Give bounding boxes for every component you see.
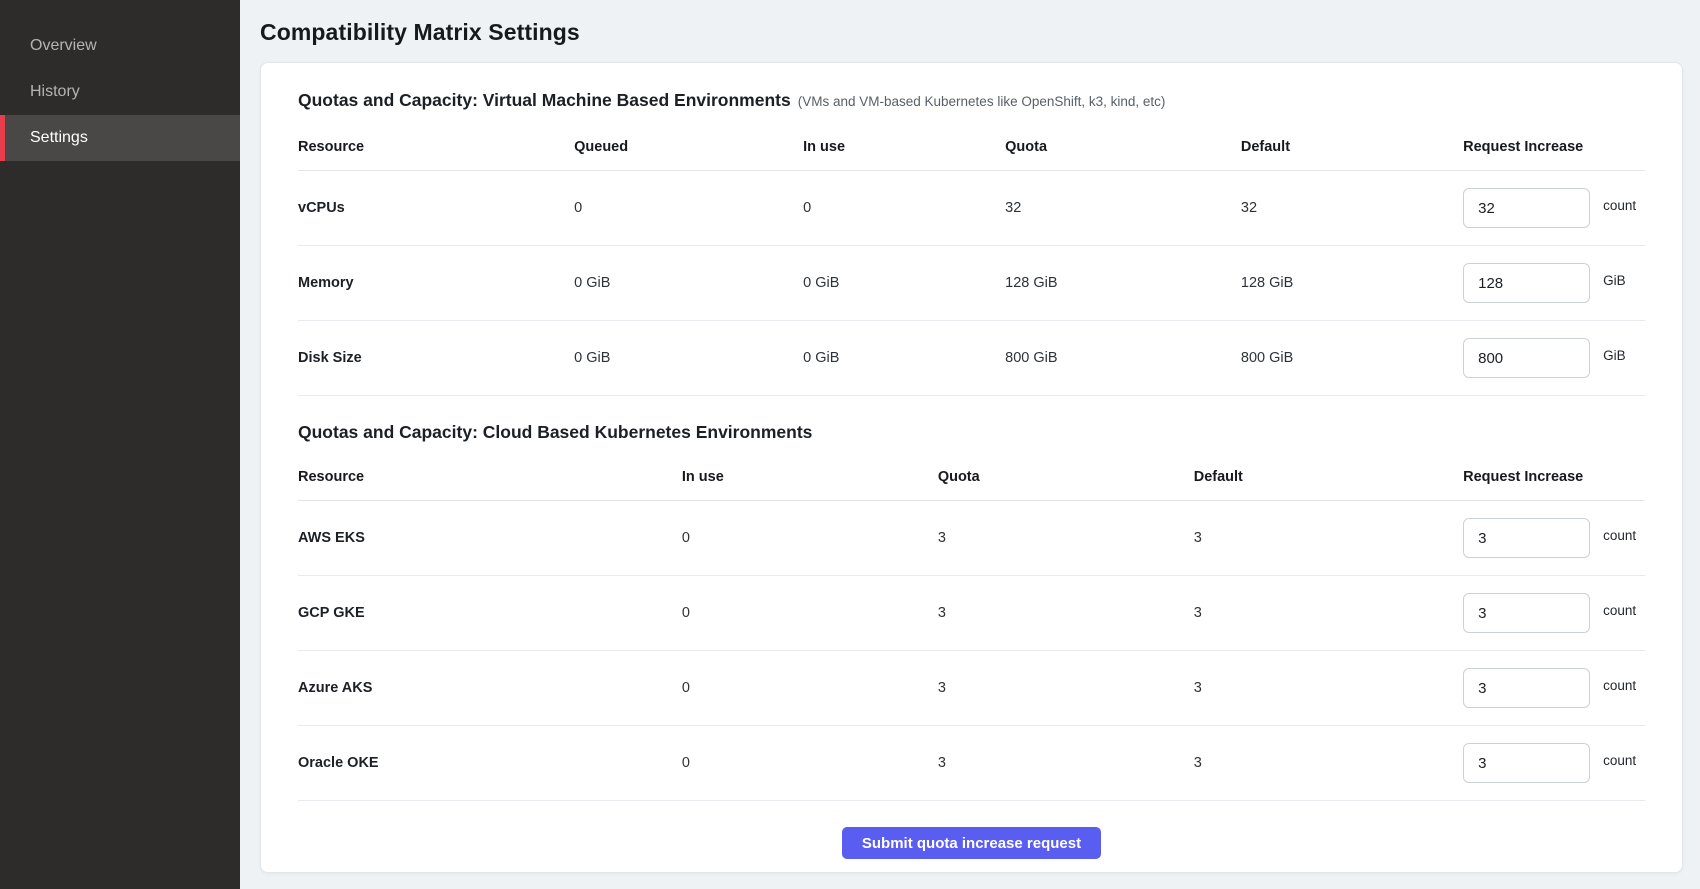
request-increase-control: GiB: [1463, 338, 1645, 378]
cloud-table-header-row: ResourceIn useQuotaDefaultRequest Increa…: [298, 452, 1645, 501]
cloud-quota-table: ResourceIn useQuotaDefaultRequest Increa…: [298, 452, 1645, 801]
request-increase-control: count: [1463, 668, 1645, 708]
column-header: Quota: [938, 452, 1194, 501]
resource-name: Disk Size: [298, 321, 574, 396]
cell-queued: 0 GiB: [574, 246, 803, 321]
cell-in_use: 0: [682, 576, 938, 651]
vm-section-header: Quotas and Capacity: Virtual Machine Bas…: [298, 90, 1645, 111]
column-header: Default: [1241, 122, 1463, 171]
vm-section-title: Quotas and Capacity: Virtual Machine Bas…: [298, 90, 791, 110]
sidebar-item-history[interactable]: History: [0, 69, 240, 115]
vm-quota-table: ResourceQueuedIn useQuotaDefaultRequest …: [298, 122, 1645, 396]
cell-queued: 0 GiB: [574, 321, 803, 396]
unit-label: count: [1603, 678, 1636, 693]
table-row: Disk Size0 GiB0 GiB800 GiB800 GiBGiB: [298, 321, 1645, 396]
vm-table-header-row: ResourceQueuedIn useQuotaDefaultRequest …: [298, 122, 1645, 171]
cell-in_use: 0: [682, 726, 938, 801]
cell-default: 128 GiB: [1241, 246, 1463, 321]
resource-name: Oracle OKE: [298, 726, 682, 801]
request-increase-cell: GiB: [1463, 321, 1645, 396]
column-header: Default: [1194, 452, 1463, 501]
cell-quota: 128 GiB: [1005, 246, 1241, 321]
submit-quota-increase-button[interactable]: Submit quota increase request: [842, 827, 1101, 859]
cell-default: 32: [1241, 171, 1463, 246]
cell-default: 3: [1194, 726, 1463, 801]
table-row: Oracle OKE033count: [298, 726, 1645, 801]
request-increase-cell: count: [1463, 171, 1645, 246]
unit-label: count: [1603, 753, 1636, 768]
request-increase-input[interactable]: [1463, 743, 1590, 783]
table-row: AWS EKS033count: [298, 501, 1645, 576]
cell-quota: 3: [938, 501, 1194, 576]
unit-label: GiB: [1603, 348, 1626, 363]
request-increase-cell: GiB: [1463, 246, 1645, 321]
unit-label: count: [1603, 528, 1636, 543]
page-title: Compatibility Matrix Settings: [260, 19, 1683, 46]
column-header: Resource: [298, 122, 574, 171]
request-increase-control: count: [1463, 743, 1645, 783]
cell-default: 3: [1194, 651, 1463, 726]
unit-label: count: [1603, 603, 1636, 618]
cloud-section-title: Quotas and Capacity: Cloud Based Kuberne…: [298, 422, 1645, 443]
request-increase-cell: count: [1463, 726, 1645, 801]
cell-default: 3: [1194, 576, 1463, 651]
table-row: vCPUs003232count: [298, 171, 1645, 246]
cell-in_use: 0 GiB: [803, 321, 1005, 396]
cell-queued: 0: [574, 171, 803, 246]
cell-in_use: 0: [682, 501, 938, 576]
sidebar-item-overview[interactable]: Overview: [0, 23, 240, 69]
request-increase-control: count: [1463, 593, 1645, 633]
cell-in_use: 0: [682, 651, 938, 726]
column-header: Request Increase: [1463, 452, 1645, 501]
vm-section-subtitle: (VMs and VM-based Kubernetes like OpenSh…: [798, 94, 1166, 109]
table-row: Memory0 GiB0 GiB128 GiB128 GiBGiB: [298, 246, 1645, 321]
table-row: Azure AKS033count: [298, 651, 1645, 726]
cell-default: 800 GiB: [1241, 321, 1463, 396]
sidebar: OverviewHistorySettings: [0, 0, 240, 889]
request-increase-input[interactable]: [1463, 188, 1590, 228]
request-increase-input[interactable]: [1463, 338, 1590, 378]
cell-quota: 800 GiB: [1005, 321, 1241, 396]
column-header: In use: [682, 452, 938, 501]
request-increase-input[interactable]: [1463, 668, 1590, 708]
cell-quota: 3: [938, 651, 1194, 726]
request-increase-control: count: [1463, 188, 1645, 228]
column-header: Quota: [1005, 122, 1241, 171]
cell-in_use: 0 GiB: [803, 246, 1005, 321]
request-increase-input[interactable]: [1463, 263, 1590, 303]
resource-name: AWS EKS: [298, 501, 682, 576]
request-increase-control: GiB: [1463, 263, 1645, 303]
column-header: In use: [803, 122, 1005, 171]
settings-card: Quotas and Capacity: Virtual Machine Bas…: [260, 62, 1683, 873]
request-increase-cell: count: [1463, 651, 1645, 726]
cell-default: 3: [1194, 501, 1463, 576]
request-increase-input[interactable]: [1463, 518, 1590, 558]
resource-name: Azure AKS: [298, 651, 682, 726]
cell-quota: 32: [1005, 171, 1241, 246]
resource-name: Memory: [298, 246, 574, 321]
sidebar-item-settings[interactable]: Settings: [0, 115, 240, 161]
request-increase-control: count: [1463, 518, 1645, 558]
cell-quota: 3: [938, 726, 1194, 801]
table-row: GCP GKE033count: [298, 576, 1645, 651]
request-increase-cell: count: [1463, 576, 1645, 651]
column-header: Queued: [574, 122, 803, 171]
main-content: Compatibility Matrix Settings Quotas and…: [240, 0, 1700, 889]
cell-in_use: 0: [803, 171, 1005, 246]
resource-name: vCPUs: [298, 171, 574, 246]
unit-label: count: [1603, 198, 1636, 213]
cell-quota: 3: [938, 576, 1194, 651]
column-header: Request Increase: [1463, 122, 1645, 171]
request-increase-input[interactable]: [1463, 593, 1590, 633]
column-header: Resource: [298, 452, 682, 501]
submit-row: Submit quota increase request: [298, 801, 1645, 859]
unit-label: GiB: [1603, 273, 1626, 288]
app-window: OverviewHistorySettings Compatibility Ma…: [0, 0, 1700, 889]
resource-name: GCP GKE: [298, 576, 682, 651]
request-increase-cell: count: [1463, 501, 1645, 576]
